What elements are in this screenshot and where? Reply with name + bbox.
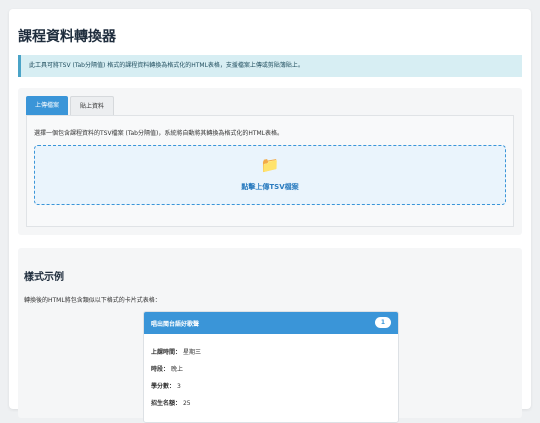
card-field: 時段： 晚上 <box>151 364 183 373</box>
card-header: 唱出閩台語好歌聲 1 <box>144 312 398 334</box>
upload-instruction: 選擇一個包含課程資料的TSV檔案 (Tab分隔值)，系統將自動將其轉換為格式化的… <box>34 130 284 137</box>
page-container: 課程資料轉換器 此工具可將TSV (Tab分隔值) 格式的課程資料轉換為格式化的… <box>9 9 531 423</box>
field-label: 時段： <box>151 366 170 373</box>
page-title: 課程資料轉換器 <box>18 29 116 45</box>
card-badge: 1 <box>375 317 391 328</box>
dropzone-label: 點擊上傳TSV檔案 <box>241 183 299 191</box>
tab-paste-data[interactable]: 貼上資料 <box>70 96 115 115</box>
folder-icon: 📁 <box>260 156 280 174</box>
file-dropzone[interactable]: 📁 點擊上傳TSV檔案 <box>34 145 506 205</box>
field-label: 學分數： <box>151 383 176 390</box>
upload-panel: 上傳檔案 貼上資料 選擇一個包含課程資料的TSV檔案 (Tab分隔值)，系統將自… <box>18 88 522 235</box>
example-description: 轉換後的HTML將包含類似以下格式的卡片式表格： <box>24 297 161 304</box>
field-label: 招生名額： <box>151 400 182 407</box>
card-title: 唱出閩台語好歌聲 <box>151 321 200 328</box>
card-field: 招生名額： 25 <box>151 398 191 407</box>
example-panel: 樣式示例 轉換後的HTML將包含類似以下格式的卡片式表格： 唱出閩台語好歌聲 1… <box>18 248 522 423</box>
example-title: 樣式示例 <box>24 272 64 283</box>
card-field: 學分數： 3 <box>151 381 181 390</box>
field-value: 25 <box>182 400 191 407</box>
info-alert: 此工具可將TSV (Tab分隔值) 格式的課程資料轉換為格式化的HTML表格，支… <box>18 55 522 77</box>
tab-content: 選擇一個包含課程資料的TSV檔案 (Tab分隔值)，系統將自動將其轉換為格式化的… <box>26 115 514 227</box>
tab-upload-file[interactable]: 上傳檔案 <box>26 96 69 115</box>
field-value: 星期三 <box>182 349 201 356</box>
tab-bar: 上傳檔案 貼上資料 <box>26 96 115 115</box>
field-value: 3 <box>176 383 181 390</box>
card-field: 上課時間： 星期三 <box>151 347 201 356</box>
example-card: 唱出閩台語好歌聲 1 上課時間： 星期三 時段： 晚上 學分數： 3 招生名額：… <box>143 311 399 423</box>
field-value: 晚上 <box>170 366 183 373</box>
field-label: 上課時間： <box>151 349 182 356</box>
